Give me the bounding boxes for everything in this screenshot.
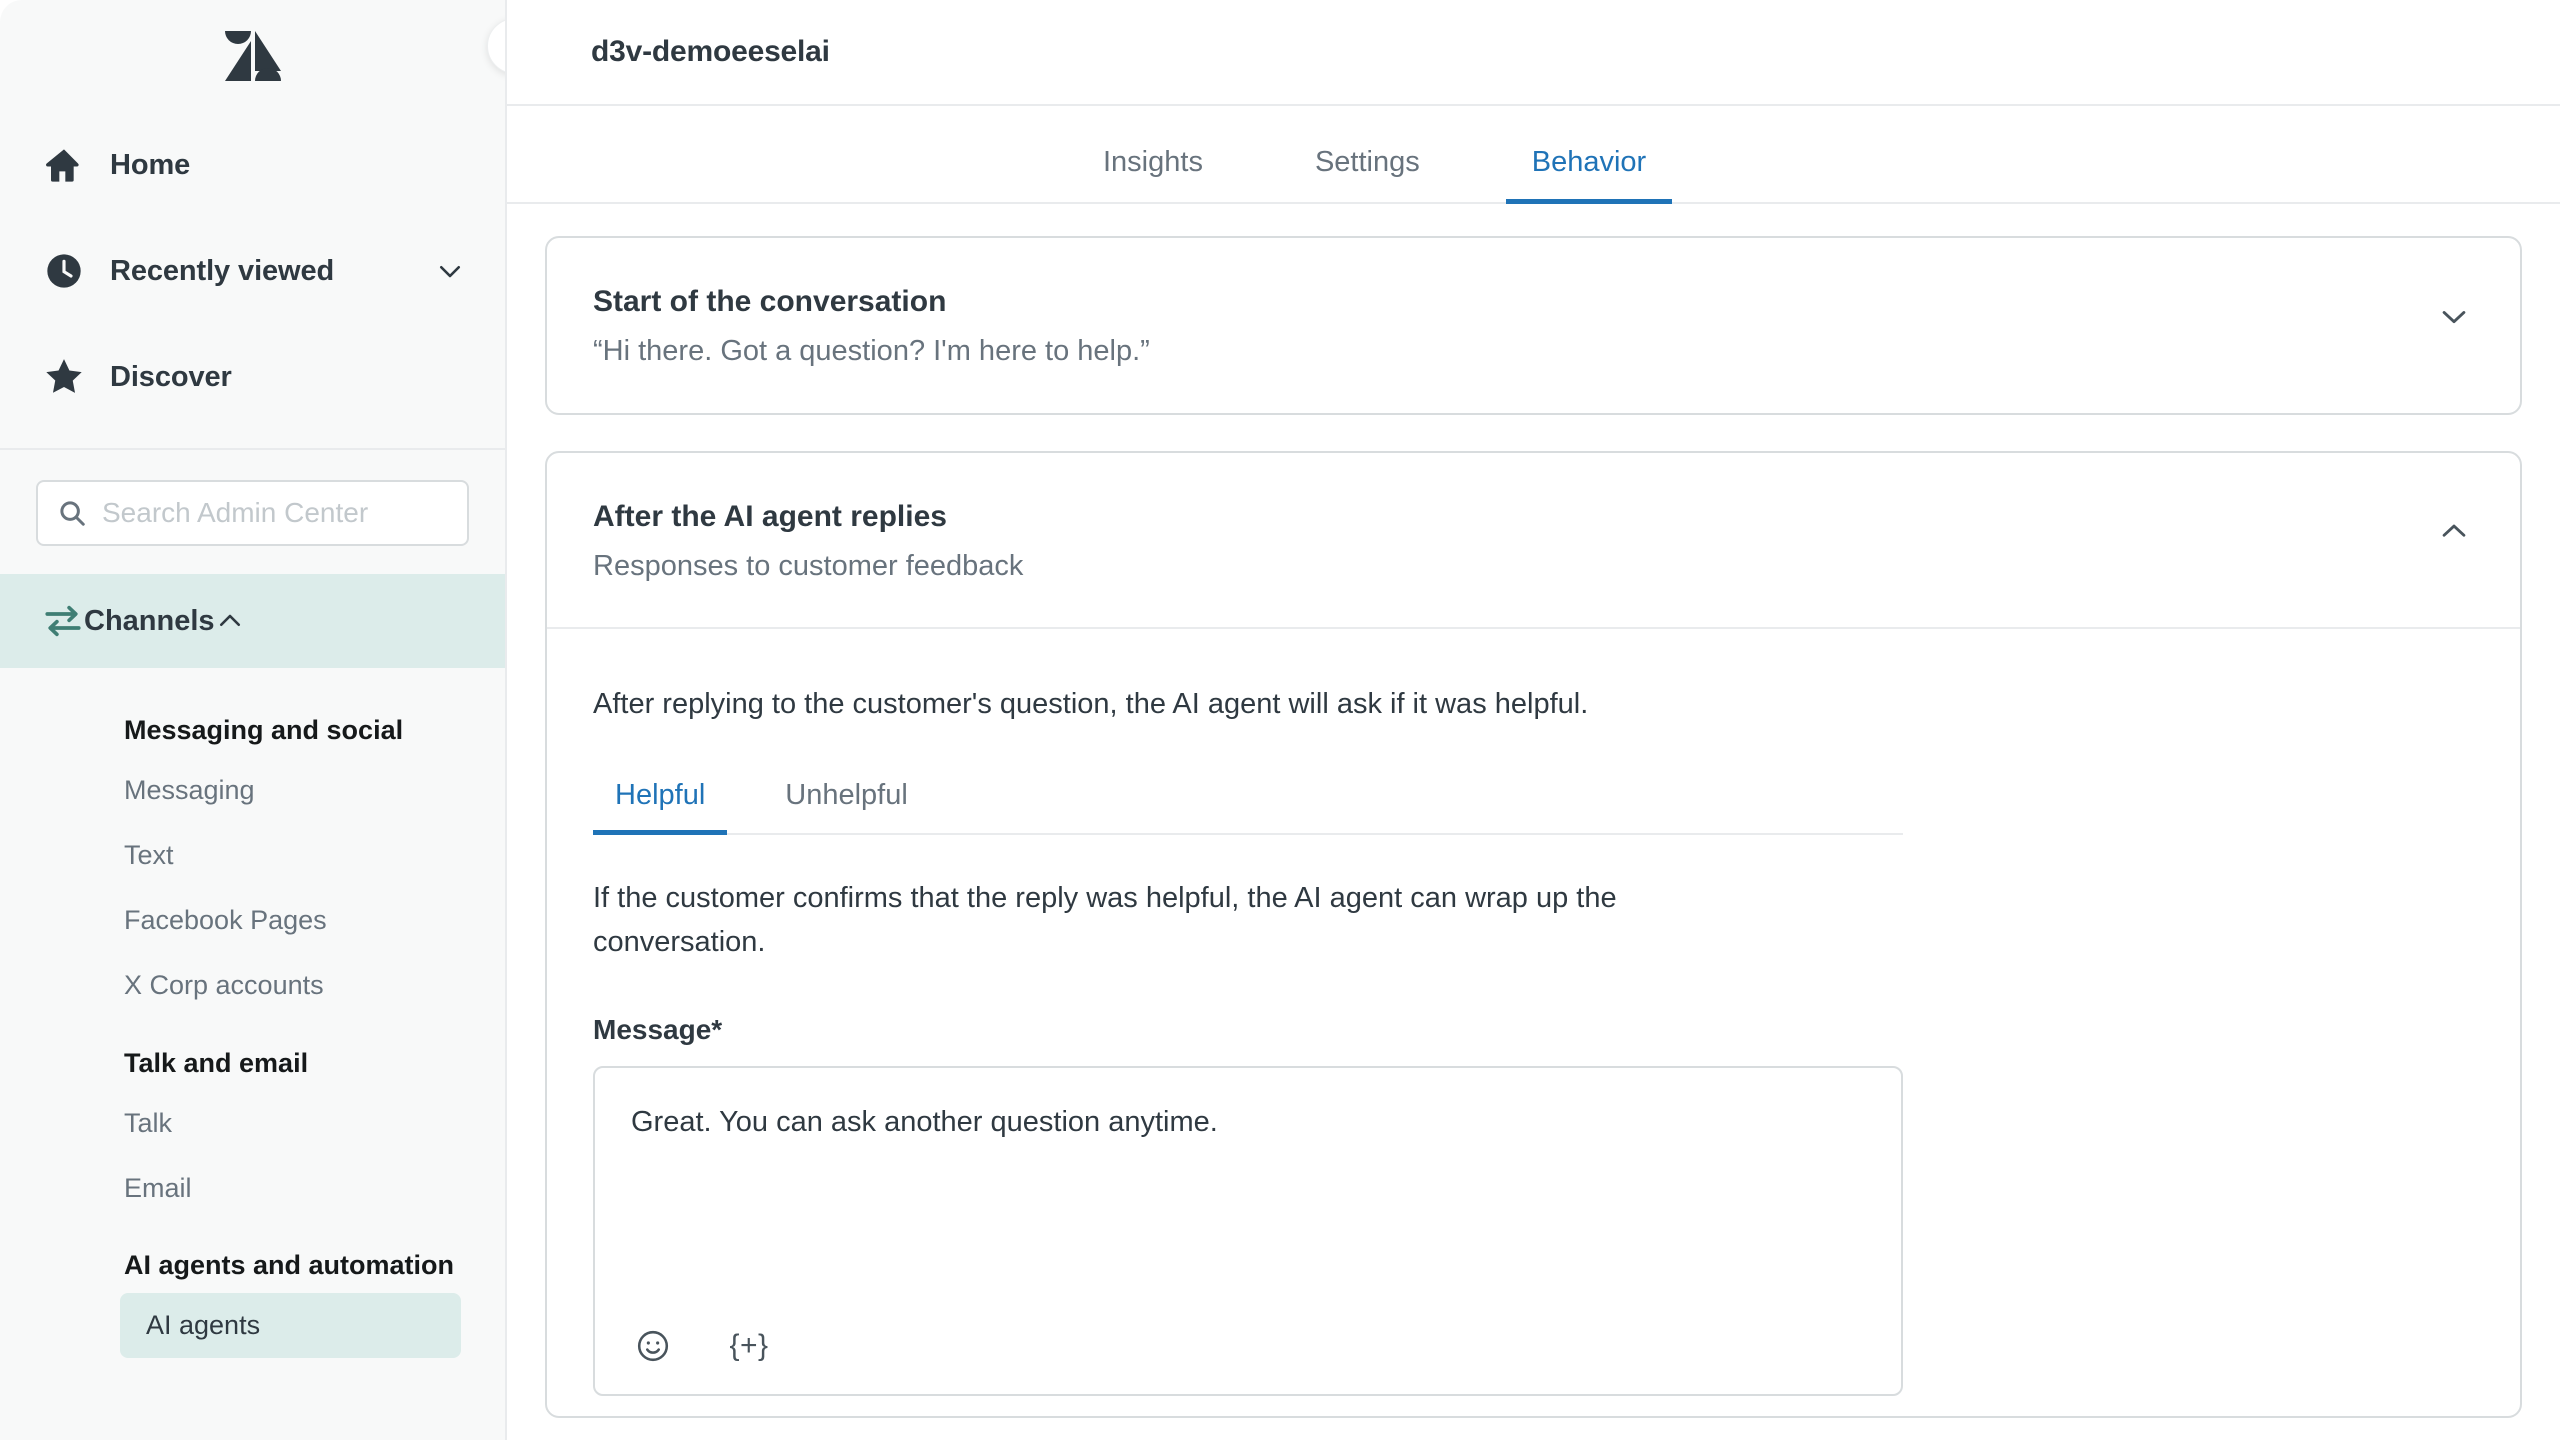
sidebar-group-title: Talk and email <box>124 1047 309 1078</box>
tab-behavior[interactable]: Behavior <box>1505 148 1673 204</box>
sidebar-item-ai-agents[interactable]: AI agents <box>120 1293 461 1359</box>
search-input[interactable] <box>102 497 449 529</box>
sidebar-item-label: Home <box>110 148 191 181</box>
zendesk-logo <box>224 31 281 81</box>
tab-helpful[interactable]: Helpful <box>593 781 728 836</box>
card-subtitle: Responses to customer feedback <box>593 549 1024 582</box>
home-icon <box>42 143 86 187</box>
card-subtitle: “Hi there. Got a question? I'm here to h… <box>593 335 1150 367</box>
star-icon <box>42 355 86 399</box>
editor-toolbar: {+} <box>595 1318 1901 1394</box>
behavior-content: Start of the conversation “Hi there. Got… <box>507 204 2560 1440</box>
search-icon <box>56 497 88 529</box>
sidebar-item-discover[interactable]: Discover <box>0 324 505 430</box>
sidebar-item-recently-viewed[interactable]: Recently viewed <box>0 218 505 324</box>
sidebar: Home Recently viewed Discover Search Adm… <box>0 0 507 1440</box>
sidebar-item-label: Recently viewed <box>110 254 335 287</box>
chevron-up-icon[interactable] <box>215 606 245 636</box>
card-title: Start of the conversation <box>593 285 947 318</box>
sidebar-item-email[interactable]: Email <box>0 1156 505 1221</box>
page-title: d3v-demoeeselai <box>591 35 830 68</box>
sidebar-group-title: AI agents and automation <box>124 1249 455 1280</box>
page-tabs: Insights Settings Behavior <box>507 106 2560 204</box>
page-header: d3v-demoeeselai <box>507 0 2560 106</box>
chevron-down-icon[interactable] <box>435 256 465 286</box>
message-editor[interactable]: Great. You can ask another question anyt… <box>593 1066 1903 1397</box>
sidebar-item-talk[interactable]: Talk <box>0 1091 505 1156</box>
card-after-ai-agent-replies: After the AI agent replies Responses to … <box>545 450 2522 1419</box>
card-start-of-conversation: Start of the conversation “Hi there. Got… <box>545 236 2522 415</box>
card-header-text: After the AI agent replies Responses to … <box>593 497 2434 586</box>
sidebar-item-text[interactable]: Text <box>0 823 505 888</box>
search-box[interactable] <box>36 480 469 546</box>
sidebar-item-facebook-pages[interactable]: Facebook Pages <box>0 888 505 953</box>
message-input[interactable]: Great. You can ask another question anyt… <box>595 1068 1901 1318</box>
sidebar-group-title: Messaging and social <box>124 715 404 745</box>
search-container <box>0 450 505 574</box>
placeholder-insert-icon[interactable]: {+} <box>727 1324 771 1368</box>
sidebar-item-label: Discover <box>110 360 232 393</box>
card-title: After the AI agent replies <box>593 499 947 533</box>
sidebar-section-label: Channels <box>84 604 215 637</box>
sidebar-item-messaging[interactable]: Messaging <box>0 758 505 823</box>
brand-logo[interactable] <box>0 0 505 112</box>
placeholder-glyph: {+} <box>729 1329 769 1363</box>
clock-icon <box>42 249 86 293</box>
message-field-label: Message* <box>593 1014 723 1046</box>
body-intro-text: After replying to the customer's questio… <box>593 688 1589 721</box>
tab-insights[interactable]: Insights <box>1077 148 1229 204</box>
channels-arrows-icon <box>42 600 84 642</box>
card-body: After replying to the customer's questio… <box>547 627 2520 1416</box>
emoji-icon[interactable] <box>631 1324 675 1368</box>
primary-nav: Home Recently viewed Discover <box>0 112 505 450</box>
main-panel: d3v-demoeeselai Insights Settings Behavi… <box>507 0 2560 1440</box>
sidebar-item-home[interactable]: Home <box>0 112 505 218</box>
sidebar-item-x-corp-accounts[interactable]: X Corp accounts <box>0 953 505 1018</box>
sidebar-section-channels[interactable]: Channels <box>0 574 505 668</box>
chevron-down-icon[interactable] <box>2434 296 2474 336</box>
app-root: Home Recently viewed Discover Search Adm… <box>0 0 2560 1440</box>
chevron-up-icon[interactable] <box>2434 511 2474 551</box>
card-header[interactable]: Start of the conversation “Hi there. Got… <box>547 238 2520 413</box>
channels-subnav: Messaging and social Messaging Text Face… <box>0 668 505 1359</box>
card-header-text: Start of the conversation “Hi there. Got… <box>593 282 2434 371</box>
helpful-description: If the customer confirms that the reply … <box>593 882 1617 958</box>
tab-unhelpful[interactable]: Unhelpful <box>763 781 930 835</box>
tab-settings[interactable]: Settings <box>1289 148 1446 204</box>
card-header[interactable]: After the AI agent replies Responses to … <box>547 453 2520 628</box>
feedback-tabs: Helpful Unhelpful <box>593 779 1903 836</box>
